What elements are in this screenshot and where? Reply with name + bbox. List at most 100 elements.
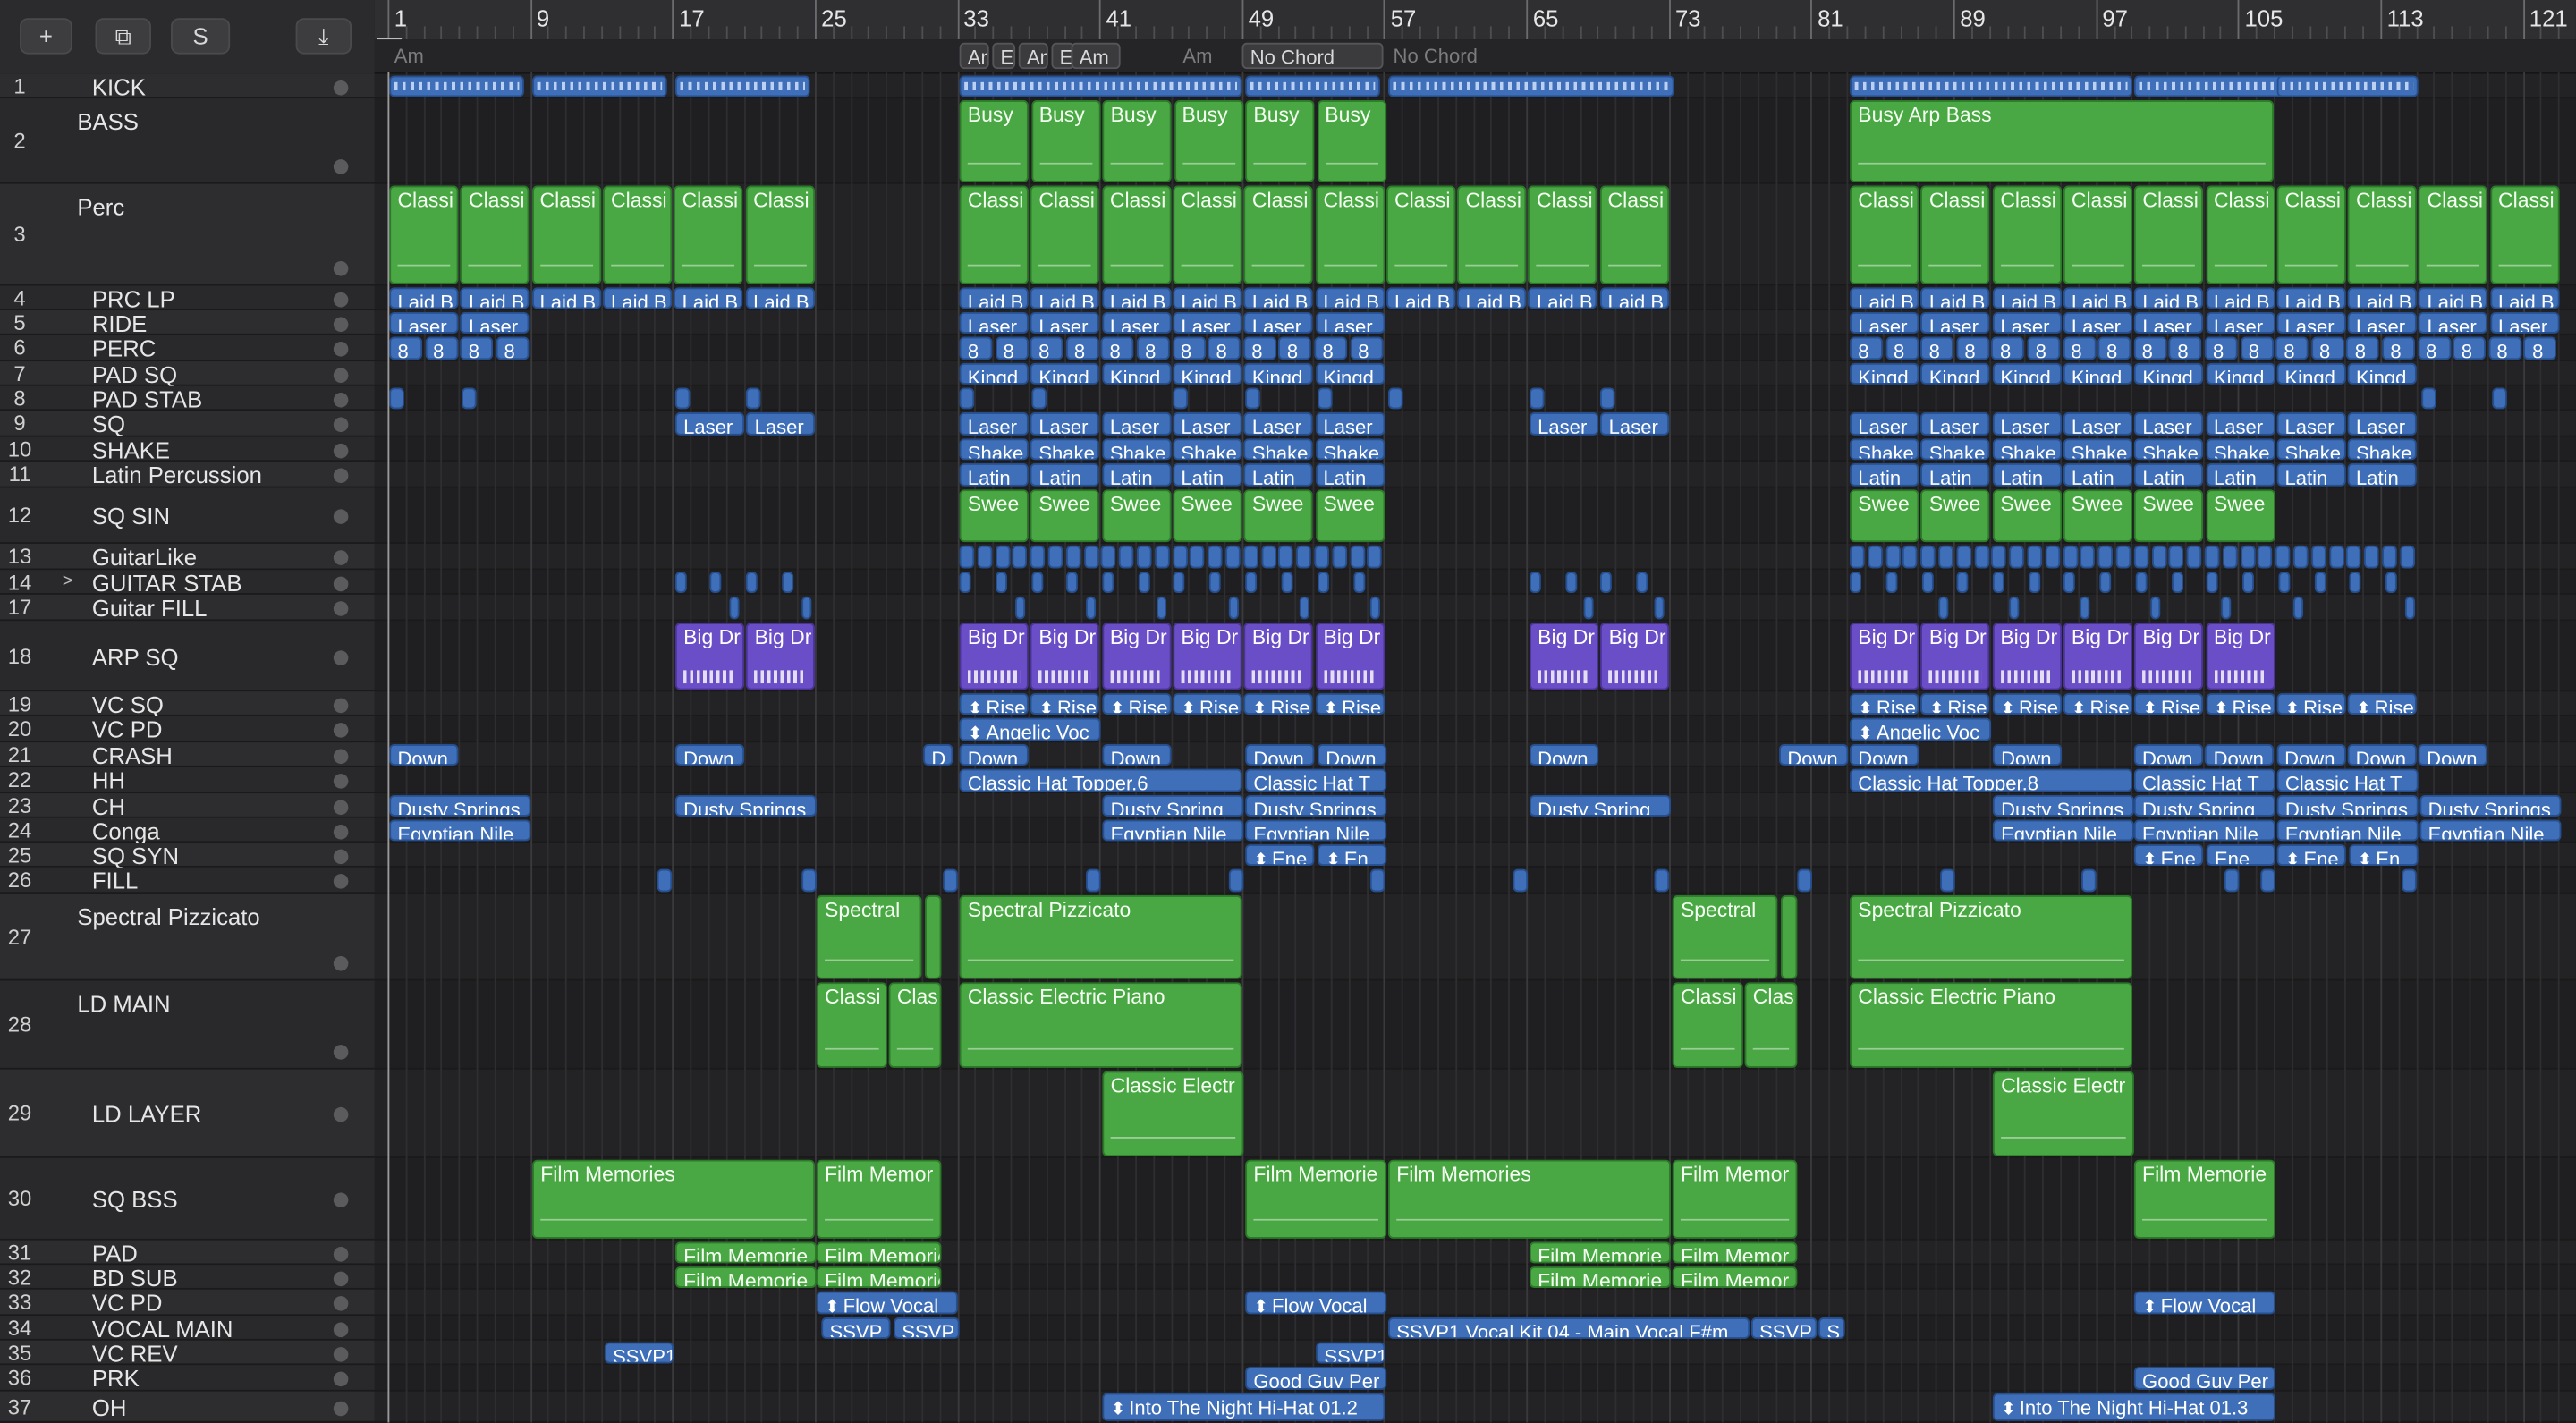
track-header-24[interactable]: 24 Conga xyxy=(0,817,375,843)
region[interactable] xyxy=(2400,545,2415,569)
region[interactable] xyxy=(959,572,971,594)
region[interactable]: Down xyxy=(1850,744,1919,766)
region[interactable]: Swee xyxy=(1173,489,1242,543)
region[interactable]: Clas xyxy=(1744,982,1798,1068)
region[interactable]: Shake xyxy=(2276,438,2346,461)
track-header-32[interactable]: 32 BD SUB xyxy=(0,1264,375,1291)
region[interactable]: 8 xyxy=(1350,336,1383,360)
chord-region[interactable]: Am xyxy=(387,43,436,69)
region[interactable]: ⬍ Rise xyxy=(959,693,1029,715)
region[interactable]: Swee xyxy=(2063,489,2132,543)
track-header-2[interactable]: 2 BASS xyxy=(0,98,375,184)
region[interactable] xyxy=(2029,572,2041,594)
region[interactable]: Egyptian Nile xyxy=(1102,819,1244,842)
region[interactable]: Laid B xyxy=(1528,287,1597,309)
region[interactable]: Film Memorie xyxy=(674,1241,817,1264)
region[interactable]: Busy xyxy=(959,100,1029,182)
region[interactable]: Down xyxy=(1102,744,1172,766)
region[interactable] xyxy=(1885,572,1898,594)
region[interactable]: Laid B xyxy=(959,287,1029,309)
region[interactable]: Down xyxy=(959,744,1029,766)
bar-ruler[interactable]: 1 9 17 25 33 41 49 57 65 73 81 89 97 105 113 121 xyxy=(374,0,2576,41)
region[interactable]: ⬍ Angelic Voc xyxy=(1850,717,1992,741)
region[interactable]: Down xyxy=(2418,744,2488,766)
region[interactable] xyxy=(1513,868,1529,893)
region[interactable]: Laser xyxy=(1600,412,1670,436)
region[interactable]: Classi xyxy=(2276,185,2346,284)
region[interactable]: Film Memorie xyxy=(1245,1159,1387,1239)
region[interactable] xyxy=(1991,545,2007,569)
track-header-17[interactable]: 17 Guitar FILL xyxy=(0,594,375,622)
track-name[interactable]: SHAKE xyxy=(92,436,170,462)
region[interactable]: Dusty Spring xyxy=(1102,794,1244,817)
region[interactable] xyxy=(996,572,1007,594)
region[interactable]: Big Dr xyxy=(1101,623,1171,690)
region[interactable] xyxy=(709,572,722,594)
region[interactable] xyxy=(1902,545,1919,569)
region[interactable]: Classi xyxy=(2134,185,2204,284)
region[interactable]: Kingd xyxy=(1243,362,1313,385)
region[interactable]: SSVP1 xyxy=(1316,1342,1385,1364)
region[interactable]: ⬍ Rise xyxy=(1173,693,1242,715)
track-name[interactable]: GUITAR STAB xyxy=(92,569,242,595)
disclosure-triangle-icon[interactable]: > xyxy=(63,571,73,590)
track-status-dot-icon[interactable] xyxy=(333,1106,349,1122)
region[interactable]: 8 xyxy=(1850,336,1883,360)
region[interactable]: Big Dr xyxy=(959,623,1029,690)
region[interactable]: Laser xyxy=(1529,412,1599,436)
region[interactable]: Latin xyxy=(2063,462,2132,487)
region[interactable]: Kingd xyxy=(2063,362,2132,385)
region[interactable]: Big Dr xyxy=(1992,623,2062,690)
region[interactable]: Shake xyxy=(959,438,1029,461)
region[interactable] xyxy=(1083,545,1099,569)
region[interactable] xyxy=(959,75,1242,97)
region[interactable] xyxy=(674,387,691,410)
region[interactable]: S xyxy=(1818,1317,1845,1339)
region[interactable]: Laser xyxy=(389,311,459,334)
region[interactable] xyxy=(1850,572,1861,594)
region[interactable]: Busy Arp Bass xyxy=(1850,100,2274,182)
region[interactable] xyxy=(1353,572,1366,594)
region[interactable]: Laser xyxy=(2489,311,2560,334)
region[interactable]: Dusty Springs xyxy=(2419,794,2562,817)
region[interactable] xyxy=(1956,545,1971,569)
region[interactable] xyxy=(674,75,810,97)
track-name[interactable]: VC PD xyxy=(92,1290,163,1316)
region[interactable]: Laser xyxy=(959,311,1029,334)
region[interactable] xyxy=(2172,572,2183,594)
region[interactable]: Laser xyxy=(1173,412,1242,436)
track-status-dot-icon[interactable] xyxy=(333,316,349,332)
region[interactable] xyxy=(2240,545,2256,569)
track-status-dot-icon[interactable] xyxy=(333,80,349,95)
region[interactable]: Big Dr xyxy=(1173,623,1242,690)
region[interactable]: Down xyxy=(1529,744,1599,766)
region[interactable]: Big Dr xyxy=(1243,623,1313,690)
region[interactable]: Film Memories xyxy=(532,1159,816,1239)
region[interactable]: Busy xyxy=(1174,100,1243,182)
region[interactable]: 8 xyxy=(2310,336,2344,360)
region[interactable] xyxy=(1154,545,1170,569)
region[interactable]: Dusty Springs xyxy=(674,794,817,817)
region[interactable]: Busy xyxy=(1102,100,1172,182)
region[interactable] xyxy=(1318,572,1329,594)
region[interactable]: Classic Electr xyxy=(1992,1071,2134,1157)
region[interactable]: Classic Electric Piano xyxy=(1850,982,2133,1068)
track-name[interactable]: GuitarLike xyxy=(92,544,197,570)
track-name[interactable]: BD SUB xyxy=(92,1264,178,1290)
region[interactable] xyxy=(462,387,477,410)
region[interactable]: 8 xyxy=(1956,336,1989,360)
region[interactable] xyxy=(2224,868,2240,893)
region[interactable]: Laser xyxy=(1850,311,1919,334)
region[interactable] xyxy=(1157,596,1167,620)
track-header-27[interactable]: 27 Spectral Pizzicato xyxy=(0,894,375,981)
region[interactable]: Classi xyxy=(1528,185,1597,284)
region[interactable] xyxy=(2027,545,2043,569)
region[interactable]: 8 xyxy=(2523,336,2557,360)
region[interactable]: Latin xyxy=(1992,462,2062,487)
region[interactable]: Kingd xyxy=(1920,362,1990,385)
region[interactable]: 8 xyxy=(1314,336,1348,360)
region[interactable]: Swee xyxy=(2134,489,2204,543)
track-name[interactable]: LD LAYER xyxy=(92,1101,201,1127)
region[interactable]: Film Memorie xyxy=(1529,1241,1671,1264)
track-header-25[interactable]: 25 SQ SYN xyxy=(0,842,375,868)
